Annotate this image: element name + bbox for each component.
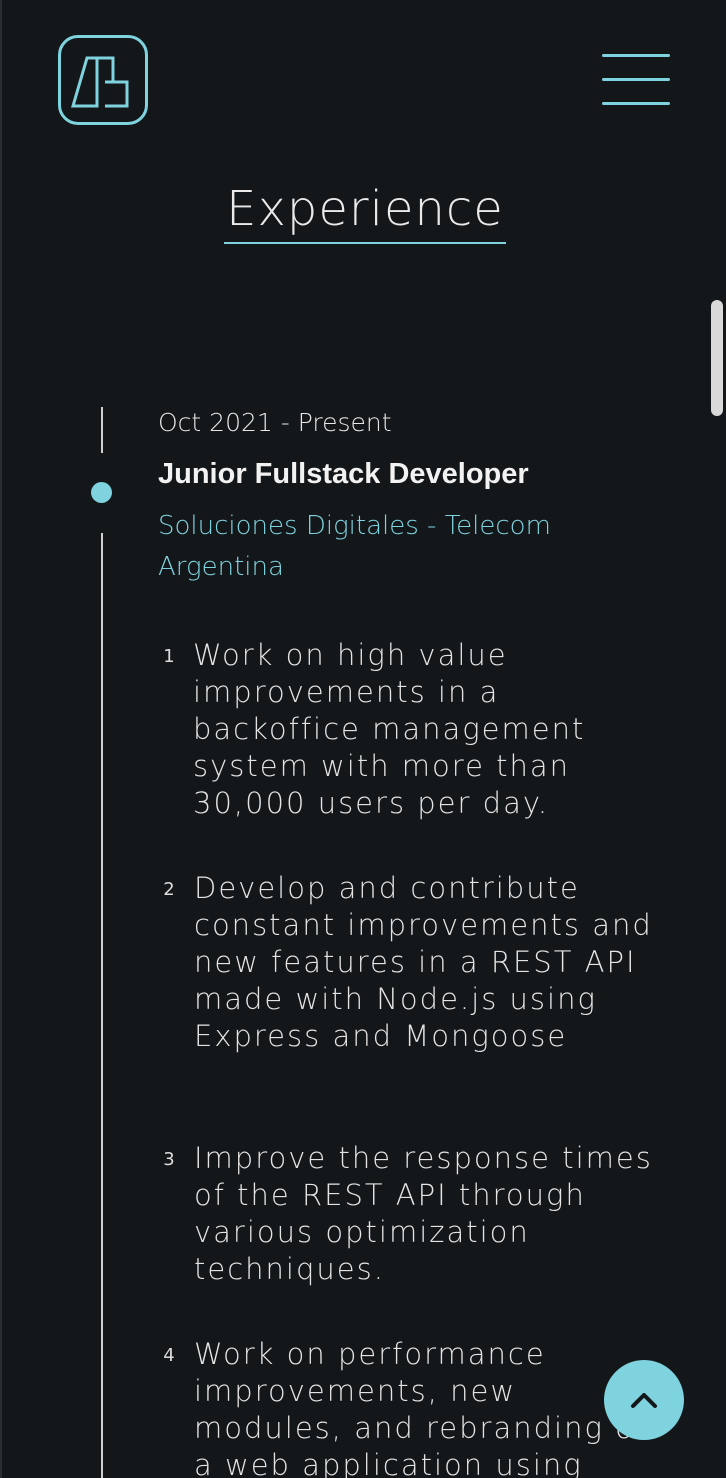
menu-button[interactable] xyxy=(602,52,670,108)
timeline-line xyxy=(101,407,103,453)
menu-line xyxy=(602,54,670,57)
experience-date: Oct 2021 - Present xyxy=(158,408,392,437)
scrollbar-thumb[interactable] xyxy=(711,300,723,416)
timeline-dot xyxy=(91,482,112,503)
scroll-to-top-button[interactable] xyxy=(604,1360,684,1440)
chevron-up-icon xyxy=(631,1393,657,1408)
list-item-number: 2 xyxy=(163,879,175,900)
list-item-number: 4 xyxy=(163,1345,175,1366)
logo[interactable] xyxy=(58,35,148,125)
logo-icon xyxy=(71,56,129,108)
section-title: Experience xyxy=(224,180,506,244)
list-item-text: Work on high value improvements in a bac… xyxy=(193,638,586,820)
timeline-line xyxy=(101,533,103,1478)
list-item-text: Work on performance improvements, new mo… xyxy=(194,1337,648,1478)
experience-company: Soluciones Digitales - Telecom Argentina xyxy=(158,511,551,582)
experience-role: Junior Fullstack Developer xyxy=(158,458,529,490)
list-item-text: Improve the response times of the REST A… xyxy=(194,1141,653,1286)
menu-line xyxy=(602,78,670,81)
section-header: Experience xyxy=(2,180,726,244)
list-item-number: 3 xyxy=(163,1149,175,1170)
list-item-text: Develop and contribute constant improvem… xyxy=(194,871,653,1053)
list-item-number: 1 xyxy=(163,646,175,667)
menu-line xyxy=(602,102,670,105)
